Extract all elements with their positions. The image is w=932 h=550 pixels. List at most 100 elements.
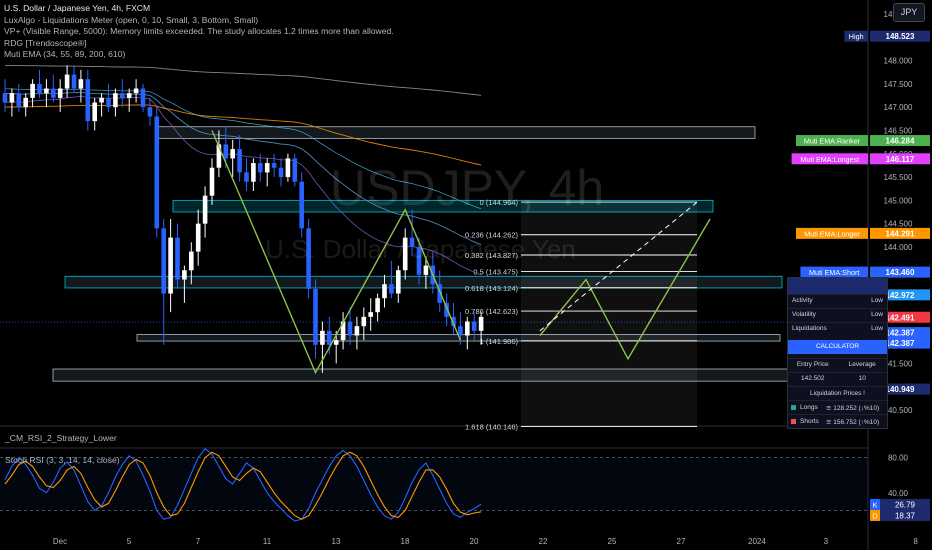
- price-axis-tick: 147.500: [884, 80, 913, 89]
- currency-button[interactable]: JPY: [893, 3, 925, 22]
- price-tag-label: Muti EMA:Ranker: [804, 137, 861, 146]
- candle-body[interactable]: [271, 163, 277, 168]
- candle-body[interactable]: [382, 284, 387, 299]
- candle-body[interactable]: [471, 321, 477, 331]
- stoch-tag-key: K: [872, 500, 877, 509]
- stoch-tag-value: 26.79: [895, 500, 916, 509]
- candle-body[interactable]: [223, 144, 229, 159]
- candle-body[interactable]: [161, 228, 166, 294]
- candle-body[interactable]: [285, 158, 291, 178]
- calculator-button[interactable]: CALCULATOR: [788, 340, 887, 354]
- candle-body[interactable]: [465, 321, 470, 336]
- candle-body[interactable]: [16, 93, 22, 108]
- price-tag-label: Muti EMA:Short: [809, 268, 859, 277]
- time-axis-tick: 11: [263, 537, 272, 546]
- candle-body[interactable]: [209, 167, 215, 196]
- candle-body[interactable]: [313, 288, 318, 345]
- candle-body[interactable]: [30, 83, 35, 98]
- longs-row: Longs ≅ 128.252 (↓%10): [788, 400, 887, 414]
- candle-body[interactable]: [23, 97, 28, 108]
- liquidations-panel: Activity Low Volatility Low Liquidations Lo…: [787, 277, 888, 429]
- candle-body[interactable]: [347, 321, 353, 336]
- candle-body[interactable]: [361, 316, 367, 327]
- legend-vp[interactable]: VP+ (Visible Range, 5000): Memory limits…: [4, 26, 394, 38]
- candle-body[interactable]: [292, 158, 298, 182]
- candle-body[interactable]: [478, 316, 484, 331]
- time-axis-tick: 3: [824, 537, 829, 546]
- candle-body[interactable]: [133, 88, 139, 94]
- candle-body[interactable]: [2, 93, 8, 103]
- liquidation-title: Liquidation Prices !: [788, 386, 887, 400]
- candle-body[interactable]: [195, 223, 201, 252]
- candle-body[interactable]: [396, 270, 401, 294]
- candle-body[interactable]: [389, 284, 394, 294]
- row-label: Volatility: [792, 311, 816, 318]
- candle-body[interactable]: [51, 88, 56, 98]
- candle-body[interactable]: [126, 93, 132, 98]
- candle-body[interactable]: [182, 270, 187, 280]
- legend-symbol[interactable]: U.S. Dollar / Japanese Yen, 4h, FXCM: [4, 3, 394, 15]
- candle-body[interactable]: [244, 172, 249, 182]
- candle-body[interactable]: [202, 195, 208, 224]
- entry-value: 142.502: [801, 375, 825, 382]
- candle-body[interactable]: [333, 340, 339, 345]
- chart-canvas[interactable]: 0 (144.964)0.236 (144.262)0.382 (143.827…: [0, 0, 932, 550]
- candle-body[interactable]: [92, 102, 97, 122]
- legend-liquidations-meter[interactable]: LuxAlgo - Liquidations Meter (open, 0, 1…: [4, 15, 394, 27]
- ema-line[interactable]: [5, 64, 482, 96]
- candle-body[interactable]: [57, 88, 63, 98]
- stoch-axis-tick: 80.00: [888, 454, 909, 463]
- candle-body[interactable]: [85, 79, 91, 122]
- candle-body[interactable]: [113, 93, 118, 108]
- stoch-tag-key: D: [872, 511, 878, 520]
- candle-body[interactable]: [458, 326, 463, 336]
- row-value: Low: [871, 325, 883, 332]
- price-tag-value: 142.387: [886, 329, 915, 338]
- candle-body[interactable]: [120, 93, 125, 98]
- candle-body[interactable]: [278, 167, 284, 178]
- candle-body[interactable]: [230, 149, 235, 159]
- candle-body[interactable]: [375, 298, 380, 313]
- candle-body[interactable]: [320, 330, 325, 345]
- candle-body[interactable]: [354, 326, 360, 336]
- time-axis-tick: 27: [677, 537, 686, 546]
- indicator-legend: U.S. Dollar / Japanese Yen, 4h, FXCM Lux…: [4, 3, 394, 61]
- candle-body[interactable]: [264, 163, 270, 173]
- sr-zone[interactable]: [154, 126, 756, 139]
- candle-body[interactable]: [189, 251, 194, 271]
- candle-body[interactable]: [423, 265, 429, 275]
- shorts-row: Shorts ≅ 156.752 (↑%10): [788, 414, 887, 428]
- legend-muti-ema[interactable]: Muti EMA (34, 55, 89, 200, 610): [4, 49, 394, 61]
- candle-body[interactable]: [71, 74, 77, 89]
- candle-body[interactable]: [251, 163, 256, 182]
- candle-body[interactable]: [368, 312, 373, 317]
- candle-body[interactable]: [147, 107, 153, 117]
- strategy-pane-title[interactable]: _CM_RSI_2_Strategy_Lower: [5, 433, 117, 443]
- watermark-symbol: USDJPY, 4h: [330, 160, 604, 216]
- price-axis-tick: 145.500: [884, 173, 913, 182]
- candle-body[interactable]: [78, 79, 84, 89]
- legend-rdg[interactable]: RDG [Trendoscope®]: [4, 38, 394, 50]
- candle-body[interactable]: [237, 149, 242, 173]
- price-tag-value: 140.949: [886, 385, 915, 394]
- candle-body[interactable]: [175, 237, 180, 280]
- candle-body[interactable]: [64, 74, 70, 89]
- time-axis-tick: 25: [608, 537, 617, 546]
- price-tag-value: 142.491: [886, 313, 915, 322]
- candle-body[interactable]: [154, 116, 160, 229]
- stoch-pane-title[interactable]: Stoch RSI (3, 3, 14, 14, close): [5, 455, 120, 465]
- candle-body[interactable]: [299, 181, 304, 229]
- shorts-label: Shorts: [800, 418, 819, 425]
- candle-body[interactable]: [99, 97, 104, 103]
- candlestick-series: [2, 65, 484, 373]
- candle-body[interactable]: [9, 93, 15, 103]
- candle-body[interactable]: [44, 88, 49, 94]
- longs-value: ≅ 128.252 (↓%10): [826, 404, 880, 412]
- candle-body[interactable]: [168, 237, 173, 294]
- candle-body[interactable]: [140, 88, 146, 108]
- candle-body[interactable]: [327, 330, 332, 345]
- candle-body[interactable]: [258, 163, 263, 173]
- candle-body[interactable]: [106, 97, 111, 108]
- entry-value-row: 142.502 10: [788, 372, 887, 386]
- candle-body[interactable]: [37, 83, 42, 94]
